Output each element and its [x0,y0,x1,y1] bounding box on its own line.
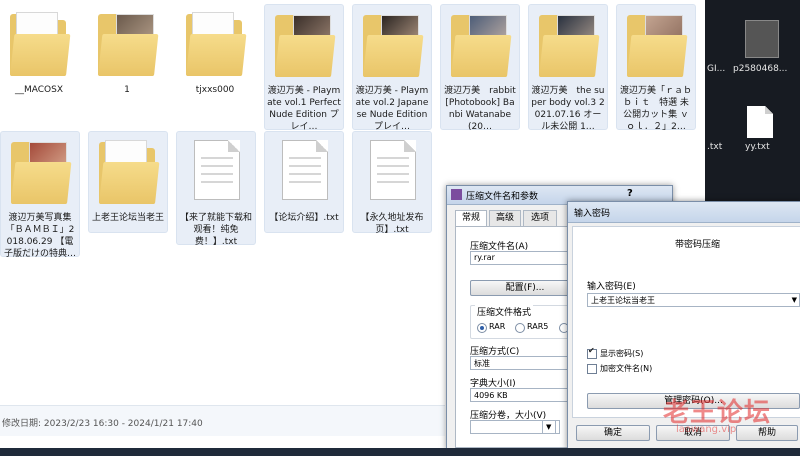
file-item-folder[interactable]: 渡辺万美 - Playmate vol.1 Perfect Nude Editi… [264,4,344,132]
show-password-checkbox[interactable] [587,346,597,359]
folder-icon [0,4,78,82]
format-rar5-label: RAR5 [527,322,549,331]
desktop-label: p2580468... [733,64,788,74]
file-item-folder[interactable]: 渡辺万美「ｒａｂｂｉｔ 特選 未公開カット集 ｖｏｌ．２」2… [616,4,696,132]
desktop-label: .txt [707,142,723,152]
folder-icon [441,5,519,83]
folder-icon [176,4,254,82]
file-item-label: 【论坛介绍】.txt [269,213,339,223]
file-item-label: 渡辺万美写真集「ＢＡＭＢＩ」2018.06.29 【電子版だけの特典… [3,213,76,259]
desktop-label: yy.txt [745,142,770,152]
password-dialog-titlebar[interactable]: 输入密码 [568,202,800,223]
tab-general[interactable]: 常规 [455,210,487,227]
show-password-label: 显示密码(S) [600,349,644,358]
desktop-text-file-icon[interactable] [747,106,773,138]
watermark-url: laowang.vip [676,424,737,435]
file-item-txt[interactable]: 【永久地址发布页】.txt [352,131,432,235]
chevron-down-icon[interactable]: ▼ [542,420,556,434]
folder-icon [353,5,431,83]
status-modified-date: 修改日期: 2023/2/23 16:30 - 2024/1/21 17:40 [2,419,203,429]
chevron-down-icon[interactable]: ▼ [792,294,797,307]
encrypt-names-label: 加密文件名(N) [600,364,653,373]
folder-icon [88,4,166,82]
profiles-button[interactable]: 配置(F)... [470,280,580,296]
file-item-label: 上老王论坛当老王 [91,213,164,223]
winrar-icon [451,189,462,200]
tab-options[interactable]: 选项 [523,210,557,226]
file-item-folder[interactable]: 渡辺万美 - Playmate vol.2 Japanese Nude Edit… [352,4,432,132]
file-item-label: 渡辺万美 - Playmate vol.1 Perfect Nude Editi… [267,86,341,132]
ok-button[interactable]: 确定 [576,425,650,441]
folder-icon [617,5,695,83]
file-item-label: 渡辺万美 rabbit [Photobook] Banbi Watanabe (… [444,86,516,132]
text-file-icon [353,132,431,210]
text-file-icon [177,132,255,210]
file-item-folder[interactable]: 渡辺万美 rabbit [Photobook] Banbi Watanabe (… [440,4,520,132]
file-item-label: 渡辺万美 - Playmate vol.2 Japanese Nude Edit… [355,86,429,132]
archive-name-input[interactable]: ry.rar [470,251,580,265]
password-panel: 带密码压缩 输入密码(E) 上老王论坛当老王 ▼ 显示密码(S) 加密文件名(N… [572,226,800,418]
dict-size-select[interactable]: 4096 KB [470,388,580,402]
password-label: 输入密码(E) [587,282,636,292]
taskbar-strip [0,448,800,456]
file-item-folder[interactable]: __MACOSX [0,4,78,98]
tab-advanced[interactable]: 高级 [489,210,521,226]
file-item-txt[interactable]: 【论坛介绍】.txt [264,131,344,233]
desktop-label: GI... [707,64,726,74]
file-item-label: __MACOSX [14,85,63,95]
password-dialog-title: 输入密码 [574,209,611,219]
file-item-folder[interactable]: 上老王论坛当老王 [88,131,168,233]
folder-icon [1,132,79,210]
file-item-label: tjxxs000 [195,85,235,95]
password-input[interactable]: 上老王论坛当老王 ▼ [587,293,800,307]
file-item-folder[interactable]: tjxxs000 [176,4,254,98]
folder-icon [89,132,167,210]
format-rar5-radio[interactable] [515,323,525,333]
folder-icon [265,5,343,83]
file-item-txt[interactable]: 【来了就能下载和观看！纯免费！】.txt [176,131,256,247]
folder-icon [529,5,607,83]
help-question-icon[interactable]: ? [627,188,633,199]
password-value: 上老王论坛当老王 [591,296,655,305]
text-file-icon [265,132,343,210]
file-item-label: 【永久地址发布页】.txt [360,213,424,235]
format-rar-label: RAR [489,322,506,331]
format-label: 压缩文件格式 [475,305,534,318]
password-heading: 带密码压缩 [675,240,721,250]
encrypt-names-checkbox[interactable] [587,364,597,374]
status-bar: 修改日期: 2023/2/23 16:30 - 2024/1/21 17:40 [0,405,445,436]
file-item-label: 渡辺万美「ｒａｂｂｉｔ 特選 未公開カット集 ｖｏｌ．２」2… [619,86,692,132]
file-item-label: 渡辺万美 the super body vol.3 2021.07.16 オール… [531,86,605,132]
file-item-label: 1 [124,85,130,95]
file-item-folder[interactable]: 1 [88,4,166,98]
compress-dialog-title: 压缩文件名和参数 [466,192,539,202]
method-select[interactable]: 标准 [470,356,580,370]
desktop-photo-icon[interactable] [745,20,779,58]
file-item-folder[interactable]: 渡辺万美 the super body vol.3 2021.07.16 オール… [528,4,608,132]
file-item-folder[interactable]: 渡辺万美写真集「ＢＡＭＢＩ」2018.06.29 【電子版だけの特典… [0,131,80,259]
format-rar-radio[interactable] [477,323,487,333]
file-item-label: 【来了就能下载和观看！纯免费！】.txt [179,213,252,247]
